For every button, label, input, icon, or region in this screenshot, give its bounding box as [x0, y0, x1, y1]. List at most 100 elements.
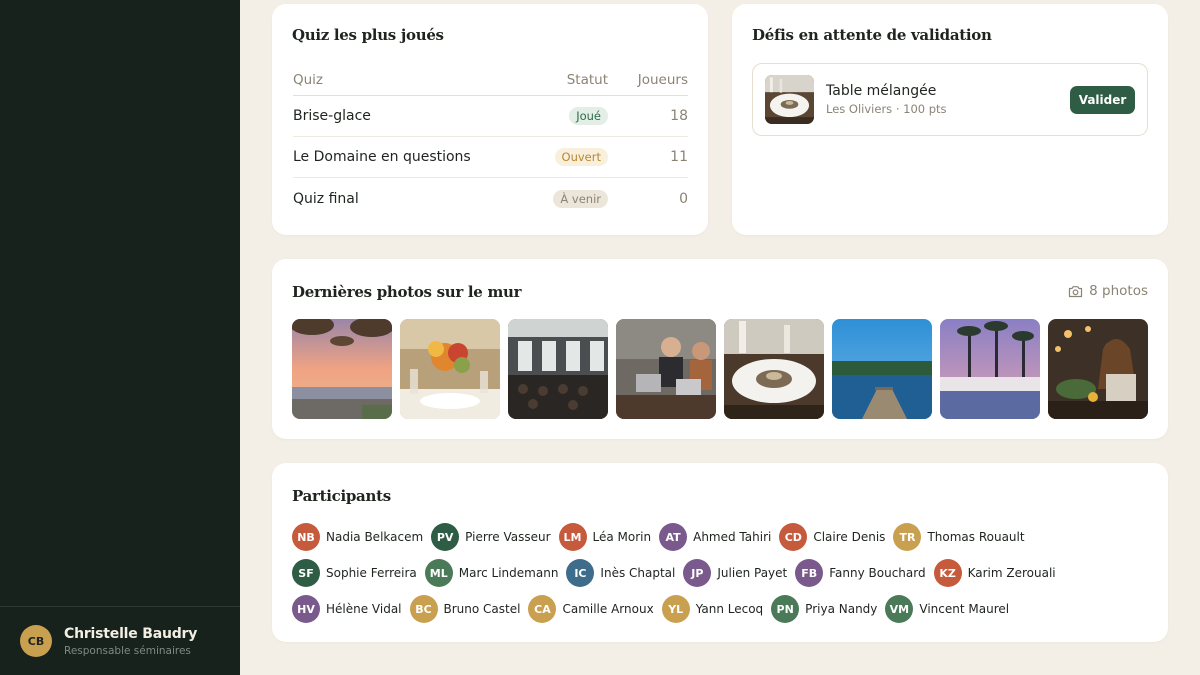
participant-avatar: CA: [528, 595, 557, 623]
photo-wall-title: Dernières photos sur le mur: [292, 283, 522, 301]
pending-challenges-title: Défis en attente de validation: [752, 26, 992, 44]
participant-chip[interactable]: KZ Karim Zerouali: [933, 559, 1056, 587]
participant-name: Sophie Ferreira: [326, 566, 417, 580]
participant-name: Hélène Vidal: [326, 602, 402, 616]
participant-avatar: TR: [893, 523, 922, 551]
participant-avatar: IC: [566, 559, 595, 587]
participant-name: Nadia Belkacem: [326, 530, 424, 544]
table-row[interactable]: Quiz final À venir 0: [293, 178, 688, 219]
quiz-name: Le Domaine en questions: [293, 149, 471, 165]
participant-avatar: VM: [885, 595, 914, 623]
beach-sunset-photo-icon[interactable]: [292, 319, 392, 419]
participant-chip[interactable]: CA Camille Arnoux: [528, 595, 654, 623]
participant-chip[interactable]: CD Claire Denis: [779, 523, 885, 551]
status-badge: Ouvert: [554, 148, 608, 166]
table-row[interactable]: Le Domaine en questions Ouvert 11: [293, 137, 688, 178]
participant-name: Bruno Castel: [443, 602, 521, 616]
plated-dish-photo-icon: [765, 75, 814, 124]
participant-avatar: CD: [779, 523, 808, 551]
participant-avatar: YL: [661, 595, 690, 623]
photo-count-label: 8 photos: [1089, 283, 1148, 299]
top-quizzes-card: Quiz les plus joués Quiz Statut Joueurs …: [272, 4, 708, 235]
participant-avatar: PV: [431, 523, 460, 551]
pending-challenges-card: Défis en attente de validation Table mél…: [732, 4, 1168, 235]
conference-hall-photo-icon[interactable]: [508, 319, 608, 419]
participant-name: Camille Arnoux: [562, 602, 654, 616]
header-status: Statut: [566, 71, 608, 88]
participant-name: Claire Denis: [813, 530, 886, 544]
participants-card: Participants NB Nadia Belkacem PV Pierre Va…: [272, 463, 1168, 642]
challenge-text: Table mélangée Les Oliviers · 100 pts: [826, 83, 1070, 116]
table-flowers-photo-icon[interactable]: [400, 319, 500, 419]
photo-wall-card: Dernières photos sur le mur 8 photos: [272, 259, 1168, 439]
players-count: 18: [670, 108, 688, 124]
participant-avatar: HV: [292, 595, 320, 623]
camera-icon: [1069, 285, 1083, 297]
participant-name: Marc Lindemann: [458, 566, 559, 580]
quiz-table: Quiz Statut Joueurs Brise-glace Joué 18 …: [293, 64, 688, 219]
participant-name: Ahmed Tahiri: [693, 530, 772, 544]
participant-chip[interactable]: BC Bruno Castel: [409, 595, 521, 623]
participant-name: Julien Payet: [717, 566, 788, 580]
participant-name: Léa Morin: [592, 530, 652, 544]
participant-avatar: SF: [292, 559, 320, 587]
challenge-meta: Les Oliviers · 100 pts: [826, 102, 947, 116]
participant-name: Pierre Vasseur: [465, 530, 551, 544]
coworking-laptops-photo-icon[interactable]: [616, 319, 716, 419]
validate-button[interactable]: Valider: [1070, 85, 1135, 114]
participant-avatar: JP: [683, 559, 712, 587]
challenge-name: Table mélangée: [826, 83, 937, 99]
palm-pool-photo-icon[interactable]: [940, 319, 1040, 419]
participant-chip[interactable]: YL Yann Lecoq: [661, 595, 764, 623]
header-quiz: Quiz: [293, 71, 324, 88]
participant-chip[interactable]: LM Léa Morin: [558, 523, 652, 551]
participant-avatar: PN: [771, 595, 800, 623]
plated-dish-photo-icon[interactable]: [724, 319, 824, 419]
participant-name: Thomas Rouault: [927, 530, 1025, 544]
participant-chip[interactable]: FB Fanny Bouchard: [795, 559, 926, 587]
participant-name: Vincent Maurel: [919, 602, 1010, 616]
quiz-name: Brise-glace: [293, 108, 371, 124]
woman-dining-photo-icon[interactable]: [1048, 319, 1148, 419]
participant-avatar: KZ: [933, 559, 962, 587]
participant-avatar: LM: [558, 523, 587, 551]
participant-chip[interactable]: NB Nadia Belkacem: [292, 523, 423, 551]
participant-chip[interactable]: HV Hélène Vidal: [292, 595, 402, 623]
participant-chip[interactable]: AT Ahmed Tahiri: [659, 523, 771, 551]
lake-pier-photo-icon[interactable]: [832, 319, 932, 419]
participant-avatar: FB: [795, 559, 824, 587]
participant-avatar: ML: [424, 559, 453, 587]
challenge-item[interactable]: Table mélangée Les Oliviers · 100 pts Va…: [752, 63, 1148, 136]
players-count: 11: [670, 149, 688, 165]
photo-count[interactable]: 8 photos: [1068, 283, 1148, 299]
participant-chip[interactable]: VM Vincent Maurel: [885, 595, 1009, 623]
participant-name: Karim Zerouali: [967, 566, 1056, 580]
status-badge: À venir: [553, 189, 608, 208]
participant-name: Priya Nandy: [805, 602, 878, 616]
status-badge: Joué: [569, 107, 608, 125]
participant-chip[interactable]: PV Pierre Vasseur: [431, 523, 551, 551]
participant-name: Yann Lecoq: [695, 602, 764, 616]
participant-chip[interactable]: SF Sophie Ferreira: [292, 559, 417, 587]
user-name: Christelle Baudry: [64, 625, 198, 642]
participant-avatar: BC: [409, 595, 438, 623]
header-players: Joueurs: [637, 71, 688, 88]
participant-avatar: NB: [292, 523, 320, 551]
participant-name: Inès Chaptal: [600, 566, 676, 580]
quiz-name: Quiz final: [293, 190, 359, 207]
sidebar: CB Christelle Baudry Responsable séminai…: [0, 0, 240, 675]
user-profile[interactable]: CB Christelle Baudry Responsable séminai…: [0, 606, 240, 675]
participant-chip[interactable]: PN Priya Nandy: [771, 595, 877, 623]
participants-title: Participants: [292, 487, 391, 505]
participants-list: NB Nadia Belkacem PV Pierre Vasseur LM Léa Mo…: [292, 523, 1152, 631]
participant-name: Fanny Bouchard: [829, 566, 926, 580]
participant-chip[interactable]: ML Marc Lindemann: [424, 559, 559, 587]
quiz-table-header: Quiz Statut Joueurs: [293, 64, 688, 96]
top-quizzes-title: Quiz les plus joués: [292, 26, 444, 44]
participant-chip[interactable]: JP Julien Payet: [683, 559, 787, 587]
user-role: Responsable séminaires: [64, 644, 191, 657]
participant-chip[interactable]: TR Thomas Rouault: [893, 523, 1025, 551]
participant-avatar: AT: [659, 523, 688, 551]
table-row[interactable]: Brise-glace Joué 18: [293, 96, 688, 137]
participant-chip[interactable]: IC Inès Chaptal: [566, 559, 675, 587]
